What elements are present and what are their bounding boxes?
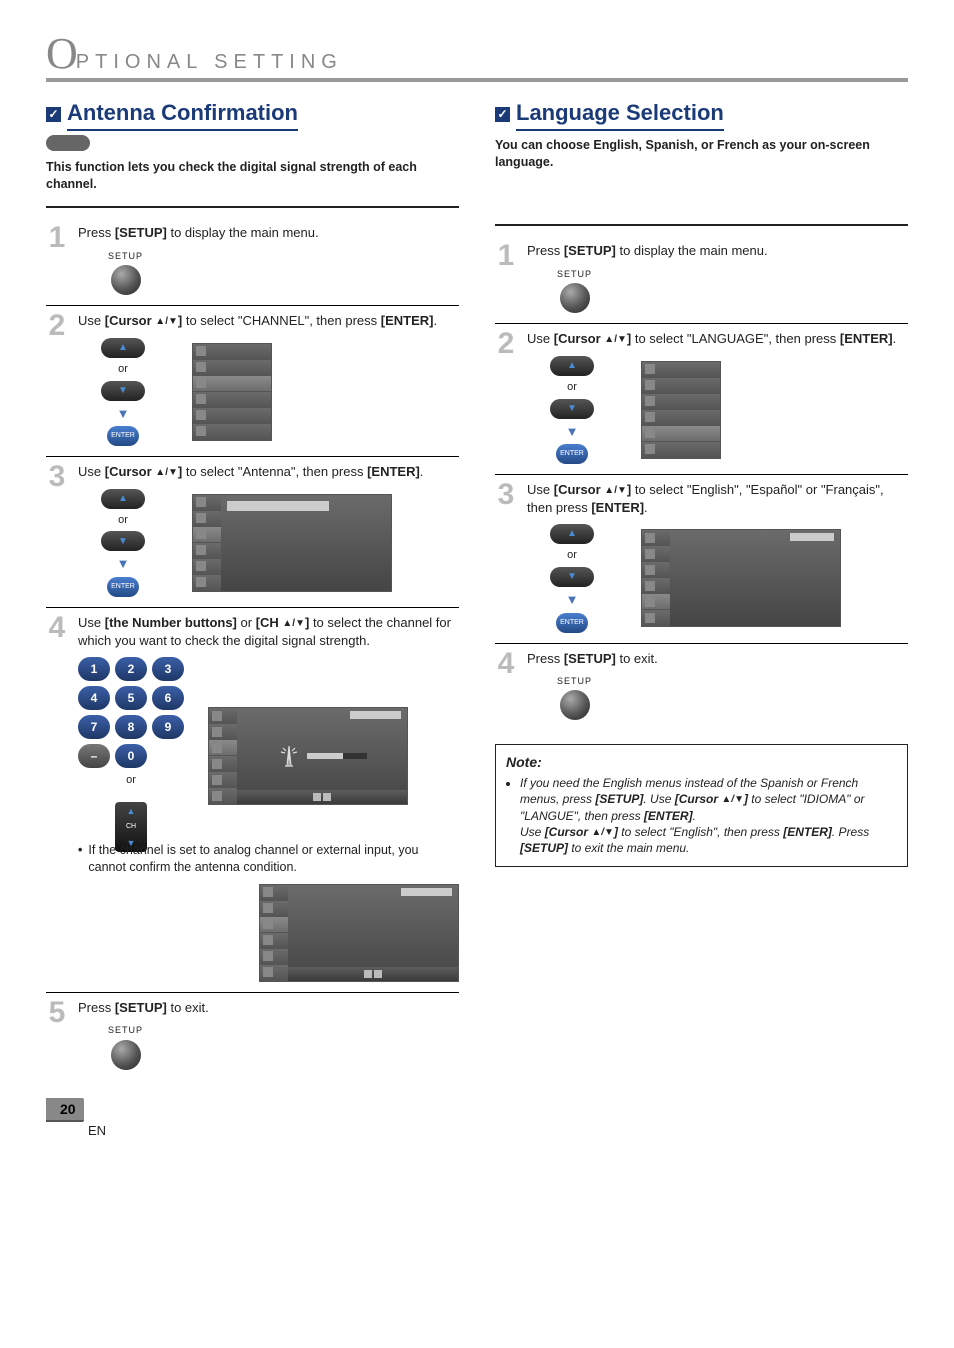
left-column: ✓ Antenna Confirmation This function let…: [46, 92, 459, 1080]
enter-button-icon: ENTER: [556, 444, 588, 464]
step-4-note: • If the channel is set to analog channe…: [78, 842, 459, 876]
number-pad-icon: 123 456 789 –0 or ▲CH▼: [78, 657, 184, 826]
step-number: 1: [495, 242, 517, 313]
menu-screenshot: [641, 361, 721, 459]
circle-button-icon: [560, 690, 590, 720]
checkbox-icon: ✓: [46, 107, 61, 122]
step-number: 3: [46, 463, 68, 597]
separator: [46, 206, 459, 208]
cursor-down-icon: [550, 567, 594, 587]
step-text: Use [Cursor ▲/▼] to select "Antenna", th…: [78, 463, 459, 481]
cursor-down-arrow-icon: ▼: [117, 555, 130, 573]
cursor-up-icon: [101, 489, 145, 509]
step-text: Press [SETUP] to exit.: [527, 650, 908, 668]
step-number: 2: [495, 330, 517, 464]
cursor-down-icon: [101, 531, 145, 551]
menu-screenshot-signal: [208, 707, 408, 805]
cursor-down-arrow-icon: ▼: [566, 591, 579, 609]
section-head-antenna: ✓ Antenna Confirmation: [46, 98, 459, 131]
step-2: 2 Use [Cursor ▲/▼] to select "LANGUAGE",…: [495, 324, 908, 475]
step-text: Use [the Number buttons] or [CH ▲/▼] to …: [78, 614, 459, 649]
cursor-down-icon: [550, 399, 594, 419]
title-rest: PTIONAL SETTING: [76, 49, 343, 76]
cursor-up-icon: [101, 338, 145, 358]
step-text: Press [SETUP] to exit.: [78, 999, 459, 1017]
setup-button-icon: SETUP: [78, 1024, 459, 1069]
enter-button-icon: ENTER: [556, 613, 588, 633]
note-item: If you need the English menus instead of…: [520, 775, 897, 856]
page-title: O PTIONAL SETTING: [46, 36, 908, 82]
step-number: 4: [495, 650, 517, 721]
circle-button-icon: [560, 283, 590, 313]
cursor-up-icon: [550, 524, 594, 544]
section-title: Language Selection: [516, 98, 724, 131]
remote-icons: or ▼ ENTER: [78, 338, 168, 446]
remote-icons: or ▼ ENTER: [78, 489, 168, 597]
right-column: ✓ Language Selection You can choose Engl…: [495, 92, 908, 1080]
step-number: 4: [46, 614, 68, 982]
step-4: 4 Press [SETUP] to exit. SETUP: [495, 644, 908, 731]
enter-button-icon: ENTER: [107, 426, 139, 446]
step-4: 4 Use [the Number buttons] or [CH ▲/▼] t…: [46, 608, 459, 993]
step-number: 2: [46, 312, 68, 446]
section-title: Antenna Confirmation: [67, 98, 298, 131]
remote-icons: or ▼ ENTER: [527, 524, 617, 632]
step-5: 5 Press [SETUP] to exit. SETUP: [46, 993, 459, 1080]
intro-text: This function lets you check the digital…: [46, 159, 459, 193]
step-number: 5: [46, 999, 68, 1070]
note-heading: Note:: [506, 753, 897, 772]
cursor-down-arrow-icon: ▼: [566, 423, 579, 441]
page-number: 20: [46, 1098, 908, 1123]
page-lang: EN: [88, 1122, 908, 1140]
menu-screenshot-wide: [192, 494, 392, 592]
cursor-down-icon: [101, 381, 145, 401]
note-box: Note: If you need the English menus inst…: [495, 744, 908, 867]
enter-button-icon: ENTER: [107, 577, 139, 597]
separator: [495, 224, 908, 226]
setup-button-icon: SETUP: [78, 250, 459, 295]
menu-screenshot-analog: [259, 884, 459, 982]
checkbox-icon: ✓: [495, 107, 510, 122]
circle-button-icon: [111, 1040, 141, 1070]
cursor-down-arrow-icon: ▼: [117, 405, 130, 423]
setup-button-icon: SETUP: [527, 675, 908, 720]
step-3: 3 Use [Cursor ▲/▼] to select "Antenna", …: [46, 457, 459, 608]
setup-button-icon: SETUP: [527, 268, 908, 313]
cursor-up-icon: [550, 356, 594, 376]
step-text: Use [Cursor ▲/▼] to select "CHANNEL", th…: [78, 312, 459, 330]
menu-screenshot: [192, 343, 272, 441]
circle-button-icon: [111, 265, 141, 295]
antenna-icon: [277, 742, 301, 770]
step-text: Use [Cursor ▲/▼] to select "English", "E…: [527, 481, 908, 516]
step-text: Use [Cursor ▲/▼] to select "LANGUAGE", t…: [527, 330, 908, 348]
step-text: Press [SETUP] to display the main menu.: [527, 242, 908, 260]
step-1: 1 Press [SETUP] to display the main menu…: [46, 218, 459, 306]
step-number: 1: [46, 224, 68, 295]
section-head-language: ✓ Language Selection: [495, 98, 908, 131]
tab-indicator: [46, 135, 90, 151]
menu-screenshot-wide: [641, 529, 841, 627]
step-3: 3 Use [Cursor ▲/▼] to select "English", …: [495, 475, 908, 643]
step-1: 1 Press [SETUP] to display the main menu…: [495, 236, 908, 324]
step-text: Press [SETUP] to display the main menu.: [78, 224, 459, 242]
intro-text: You can choose English, Spanish, or Fren…: [495, 137, 908, 171]
title-o: O: [46, 36, 78, 71]
step-number: 3: [495, 481, 517, 632]
remote-icons: or ▼ ENTER: [527, 356, 617, 464]
step-2: 2 Use [Cursor ▲/▼] to select "CHANNEL", …: [46, 306, 459, 457]
